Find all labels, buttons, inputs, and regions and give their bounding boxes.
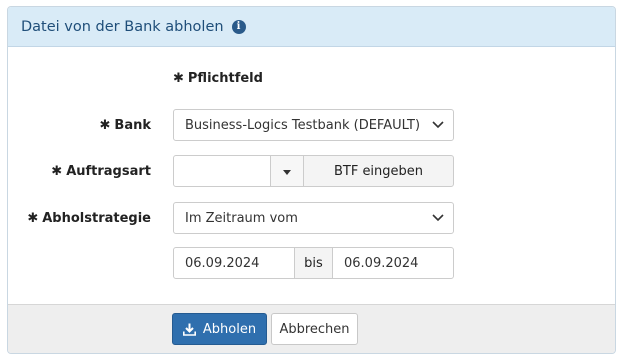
abholen-button[interactable]: Abholen (172, 313, 267, 345)
form-body: ✱ Pflichtfeld ✱ Bank Business-Logics Testb… (8, 47, 615, 305)
abholstrategie-select-value: Im Zeitraum vom (185, 210, 298, 226)
auftragsart-label: ✱ Auftragsart (51, 164, 151, 179)
caret-down-icon (283, 164, 291, 179)
panel-title: Datei von der Bank abholen (21, 18, 224, 35)
date-to-input[interactable]: 06.09.2024 (332, 247, 454, 279)
bank-select-value: Business-Logics Testbank (DEFAULT) (185, 117, 421, 133)
bank-label: ✱ Bank (99, 118, 152, 133)
date-range-separator: bis (294, 247, 333, 279)
btf-eingeben-button[interactable]: BTF eingeben (303, 155, 454, 187)
auftragsart-input[interactable] (173, 155, 271, 187)
abholen-label: Abholen (202, 321, 257, 337)
panel-header: Datei von der Bank abholen i (8, 7, 615, 47)
download-icon (182, 323, 196, 336)
bank-select[interactable]: Business-Logics Testbank (DEFAULT) (173, 109, 454, 141)
abbrechen-label: Abbrechen (279, 321, 350, 337)
panel-footer: Abholen Abbrechen (8, 304, 615, 353)
auftragsart-dropdown-button[interactable] (270, 155, 304, 187)
fetch-file-panel: Datei von der Bank abholen i ✱ Pflichtfel… (7, 6, 616, 354)
abholstrategie-select[interactable]: Im Zeitraum vom (173, 202, 454, 234)
chevron-down-icon (423, 211, 453, 225)
info-icon[interactable]: i (231, 19, 246, 34)
chevron-down-icon (423, 118, 453, 132)
abholstrategie-label: ✱ Abholstrategie (27, 211, 151, 226)
required-note-text: Pflichtfeld (187, 71, 263, 86)
abbrechen-button[interactable]: Abbrechen (271, 313, 358, 345)
required-marker: ✱ (173, 71, 184, 86)
btf-eingeben-label: BTF eingeben (333, 163, 424, 179)
date-from-input[interactable]: 06.09.2024 (173, 247, 295, 279)
